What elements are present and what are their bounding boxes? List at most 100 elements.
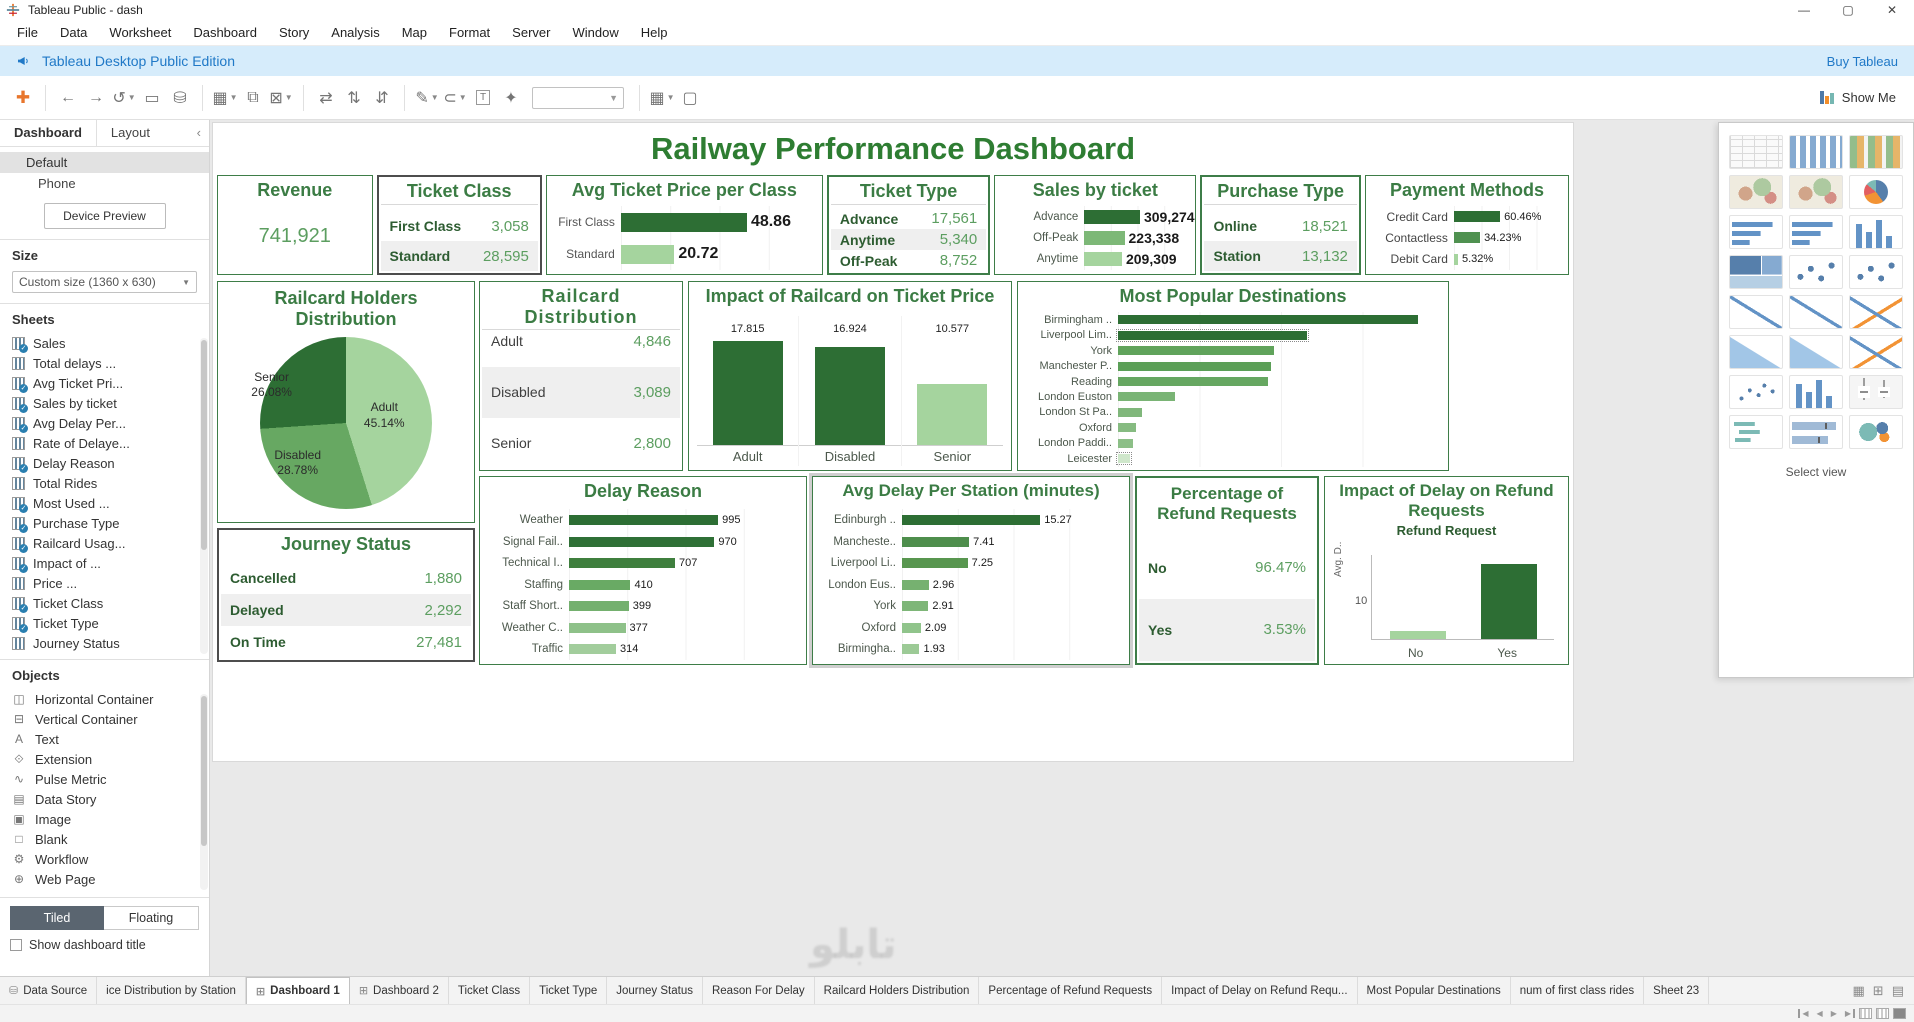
sidebar-sheet-price[interactable]: Price ... (12, 573, 209, 593)
sort-descending-icon[interactable]: ⇵ (369, 84, 395, 112)
menu-worksheet[interactable]: Worksheet (98, 25, 182, 40)
table-row[interactable]: First Class 3,058 (381, 211, 538, 241)
menu-format[interactable]: Format (438, 25, 501, 40)
bar-off-peak[interactable] (1084, 230, 1125, 245)
table-row[interactable]: Advance 17,561 (831, 208, 986, 229)
sidebar-sheet-impact-of[interactable]: ✓ Impact of ... (12, 553, 209, 573)
previous-sheet-icon[interactable]: ◀ (1815, 1009, 1825, 1018)
showme-tile-horizontal-bars[interactable] (1729, 215, 1783, 249)
show-me-button[interactable]: Show Me (1819, 90, 1904, 105)
show-filmstrip-icon[interactable] (1876, 1008, 1889, 1019)
menu-analysis[interactable]: Analysis (320, 25, 390, 40)
highlight-icon[interactable]: ✎ ▼ (414, 84, 440, 112)
tab-num-of-first-class-rides[interactable]: num of first class rides (1511, 977, 1645, 1004)
table-row[interactable]: Standard 28,595 (380, 241, 538, 271)
panel-revenue[interactable]: Revenue 741,921 (217, 175, 373, 275)
showme-tile-bullet-graph[interactable] (1789, 415, 1843, 449)
sidebar-sheet-sales-by-ticket[interactable]: ✓ Sales by ticket (12, 393, 209, 413)
table-row[interactable]: Cancelled 1,880 (221, 562, 471, 594)
tab-sheet-23[interactable]: Sheet 23 (1644, 977, 1710, 1004)
showme-tile-discrete-lines[interactable] (1789, 295, 1843, 329)
sidebar-sheet-avg-ticket-pri[interactable]: ✓ Avg Ticket Pri... (12, 373, 209, 393)
menu-window[interactable]: Window (561, 25, 629, 40)
text-label-icon[interactable]: T (470, 84, 496, 112)
device-default[interactable]: Default (0, 152, 209, 173)
tableau-logo-icon[interactable]: ✚ (10, 84, 36, 112)
first-sheet-icon[interactable]: ◀ (1798, 1009, 1810, 1018)
bar-birmingha[interactable] (902, 644, 920, 655)
save-icon[interactable]: ▭ (139, 84, 165, 112)
show-cards-icon[interactable]: ▦ ▼ (649, 84, 675, 112)
buy-tableau-link[interactable]: Buy Tableau (1827, 54, 1898, 69)
show-tabs-icon[interactable] (1859, 1008, 1872, 1019)
minimize-button[interactable]: — (1782, 0, 1826, 20)
table-row[interactable]: Anytime 5,340 (830, 229, 987, 250)
panel-journey-status[interactable]: Journey Status Cancelled 1,880 Delayed 2,29… (217, 528, 475, 662)
bar-credit-card[interactable] (1453, 211, 1501, 223)
showme-tile-circle-views[interactable] (1789, 255, 1843, 289)
bar-disabled[interactable] (814, 346, 885, 446)
showme-tile-symbol-map[interactable] (1729, 175, 1783, 209)
tab-ticket-type[interactable]: Ticket Type (530, 977, 608, 1004)
last-sheet-icon[interactable]: ▶ (1843, 1009, 1855, 1018)
sidebar-sheet-avg-delay-per[interactable]: ✓ Avg Delay Per... (12, 413, 209, 433)
panel-ticket-class[interactable]: Ticket Class First Class 3,058 Standard 28,… (376, 175, 542, 275)
bar-reading[interactable] (1118, 377, 1268, 387)
menu-map[interactable]: Map (391, 25, 438, 40)
showme-tile-scatter-plot[interactable] (1729, 375, 1783, 409)
floating-button[interactable]: Floating (104, 906, 199, 930)
bar-yes[interactable] (1480, 563, 1537, 639)
table-row[interactable]: Off-Peak 8,752 (831, 250, 986, 271)
bar-no[interactable] (1389, 631, 1446, 639)
show-list-icon[interactable] (1893, 1008, 1906, 1019)
showme-tile-dual-lines[interactable] (1849, 295, 1903, 329)
tiled-button[interactable]: Tiled (10, 906, 104, 930)
bar-leicester[interactable] (1116, 452, 1132, 466)
tab-data-source[interactable]: ⛁ Data Source (0, 977, 98, 1004)
duplicate-icon[interactable]: ⧉ (240, 84, 266, 112)
bar-traffic[interactable] (569, 644, 617, 655)
showme-tile-continuous-lines[interactable] (1729, 295, 1783, 329)
menu-data[interactable]: Data (49, 25, 98, 40)
object-horizontal-container[interactable]: ◫ Horizontal Container (12, 689, 209, 709)
show-dashboard-title-checkbox[interactable] (10, 939, 22, 951)
undo-icon[interactable]: ↺ ▼ (111, 84, 137, 112)
panel-delay-reason[interactable]: Delay Reason Weather 995 Signal Fail.. 970 T… (479, 476, 807, 665)
showme-tile-filled-map[interactable] (1789, 175, 1843, 209)
bar-staff-short[interactable] (569, 601, 629, 612)
bar-oxford[interactable] (1118, 423, 1136, 433)
bar-liverpool-lim[interactable] (1116, 328, 1309, 342)
new-worksheet-icon[interactable]: ▦ ▼ (212, 84, 238, 112)
showme-tile-pie-chart[interactable] (1849, 175, 1903, 209)
tab-ice-distribution-by-station[interactable]: ice Distribution by Station (97, 977, 246, 1004)
bar-oxford[interactable] (902, 622, 921, 633)
object-workflow[interactable]: ⚙ Workflow (12, 849, 209, 869)
tab-layout[interactable]: Layout (95, 120, 164, 146)
bar-york[interactable] (1118, 346, 1274, 356)
bar-contactless[interactable] (1453, 232, 1481, 244)
bar-weather-c[interactable] (569, 622, 626, 633)
panel-impact-railcard[interactable]: Impact of Railcard on Ticket Price 17.81… (688, 281, 1012, 472)
bar-liverpool-li[interactable] (902, 558, 968, 569)
table-row[interactable]: On Time 27,481 (221, 626, 471, 658)
showme-tile-box-and-whisker[interactable] (1849, 375, 1903, 409)
showme-tile-packed-bubbles[interactable] (1849, 415, 1903, 449)
table-row[interactable]: Adult 4,846 (482, 316, 680, 367)
bar-advance[interactable] (1084, 209, 1140, 224)
showme-tile-treemap[interactable] (1729, 255, 1783, 289)
new-dashboard-icon[interactable]: ⊞ (1873, 983, 1884, 999)
sidebar-sheet-rate-of-delaye[interactable]: Rate of Delaye... (12, 433, 209, 453)
object-pulse-metric[interactable]: ∿ Pulse Metric (12, 769, 209, 789)
tab-railcard-holders-distribution[interactable]: Railcard Holders Distribution (815, 977, 980, 1004)
bar-senior[interactable] (917, 383, 988, 446)
sidebar-sheet-total-delays[interactable]: Total delays ... (12, 353, 209, 373)
showme-tile-area-discrete[interactable] (1789, 335, 1843, 369)
tab-dashboard[interactable]: Dashboard (0, 120, 96, 146)
group-icon[interactable]: ⊂ ▼ (442, 84, 468, 112)
object-text[interactable]: A Text (12, 729, 209, 749)
panel-ticket-type[interactable]: Ticket Type Advance 17,561 Anytime 5,340 Off… (826, 175, 991, 275)
tab-percentage-of-refund-requests[interactable]: Percentage of Refund Requests (979, 977, 1163, 1004)
sidebar-sheet-ticket-type[interactable]: ✓ Ticket Type (12, 613, 209, 633)
sidebar-sheet-journey-status[interactable]: Journey Status (12, 633, 209, 653)
device-preview-button[interactable]: Device Preview (43, 203, 166, 229)
